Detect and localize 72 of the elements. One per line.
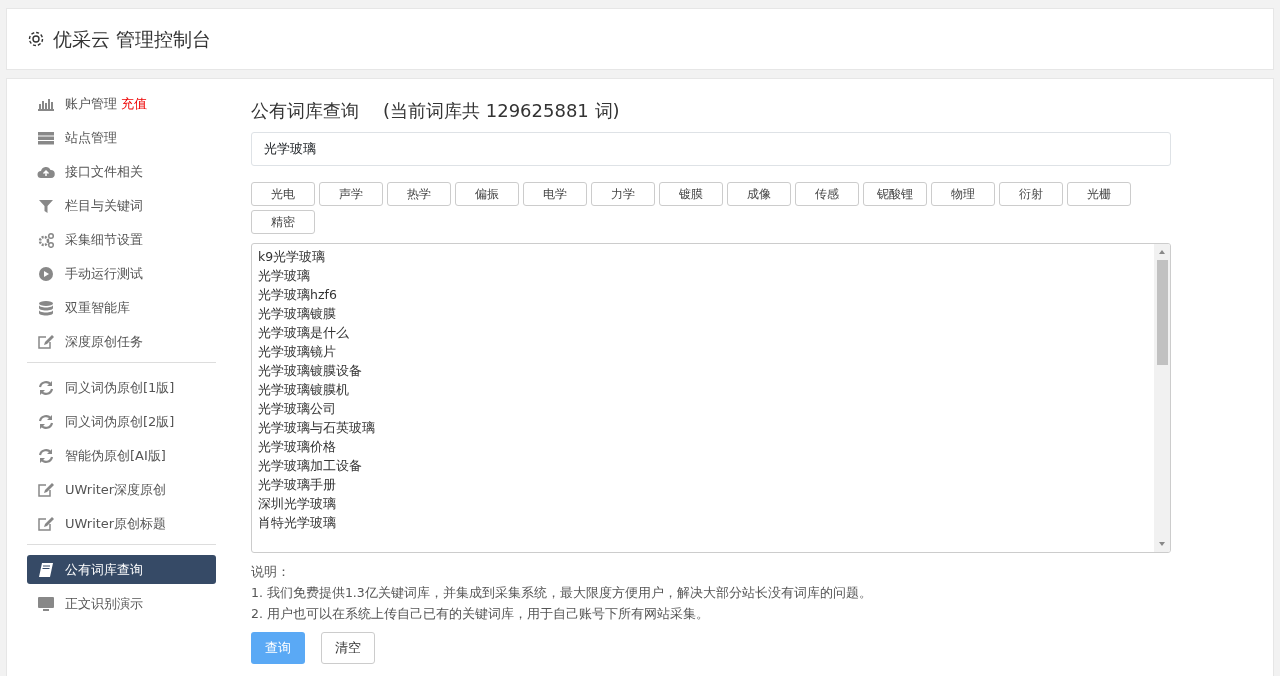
- result-item[interactable]: 肖特光学玻璃: [258, 513, 1148, 532]
- sidebar-item[interactable]: 采集细节设置: [27, 225, 216, 254]
- scroll-up-icon[interactable]: [1158, 248, 1166, 256]
- refresh-icon: [37, 379, 55, 396]
- result-item[interactable]: 光学玻璃与石英玻璃: [258, 418, 1148, 437]
- sidebar-item[interactable]: 双重智能库: [27, 293, 216, 322]
- result-item[interactable]: 光学玻璃hzf6: [258, 285, 1148, 304]
- tag-button[interactable]: 光电: [251, 182, 315, 206]
- result-item[interactable]: 光学玻璃: [258, 266, 1148, 285]
- tag-button[interactable]: 精密: [251, 210, 315, 234]
- search-field[interactable]: 光学玻璃: [251, 132, 1171, 166]
- sidebar-item[interactable]: 账户管理 充值: [27, 89, 216, 118]
- sidebar-item[interactable]: UWriter深度原创: [27, 475, 216, 504]
- recharge-link[interactable]: 充值: [121, 93, 147, 114]
- server-icon: [37, 129, 55, 146]
- play-icon: [37, 265, 55, 282]
- sidebar-item[interactable]: UWriter原创标题: [27, 509, 216, 538]
- sidebar-item[interactable]: 同义词伪原创[2版]: [27, 407, 216, 436]
- sidebar-item[interactable]: 正文识别演示: [27, 589, 216, 618]
- sidebar-item[interactable]: 栏目与关键词: [27, 191, 216, 220]
- settings-icon: [27, 30, 45, 48]
- sidebar-item[interactable]: 站点管理: [27, 123, 216, 152]
- scrollbar-thumb[interactable]: [1156, 260, 1168, 365]
- result-item[interactable]: 光学玻璃是什么: [258, 323, 1148, 342]
- result-item[interactable]: 光学玻璃手册: [258, 475, 1148, 494]
- sidebar-item[interactable]: 智能伪原创[AI版]: [27, 441, 216, 470]
- refresh-icon: [37, 447, 55, 464]
- edit-icon: [37, 481, 55, 498]
- edit-icon: [37, 333, 55, 350]
- filter-icon: [37, 197, 55, 214]
- page-title: 公有词库查询: [251, 99, 359, 123]
- note-text: 1. 我们免费提供1.3亿关键词库，并集成到采集系统，最大限度方便用户，解决大部分站长没有词库的问题。: [251, 584, 873, 602]
- gears-icon: [37, 231, 55, 248]
- sidebar-item[interactable]: 接口文件相关: [27, 157, 216, 186]
- sidebar-item[interactable]: 公有词库查询: [27, 555, 216, 584]
- clear-button[interactable]: 清空: [321, 632, 375, 664]
- tag-button[interactable]: 物理: [931, 182, 995, 206]
- result-item[interactable]: 光学玻璃公司: [258, 399, 1148, 418]
- tag-button[interactable]: 铌酸锂: [863, 182, 927, 206]
- database-icon: [37, 299, 55, 316]
- result-item[interactable]: 光学玻璃镀膜机: [258, 380, 1148, 399]
- monitor-icon: [37, 595, 55, 612]
- tag-button[interactable]: 成像: [727, 182, 791, 206]
- tag-button[interactable]: 传感: [795, 182, 859, 206]
- book-icon: [37, 561, 55, 578]
- tag-button[interactable]: 衍射: [999, 182, 1063, 206]
- result-item[interactable]: 光学玻璃镀膜设备: [258, 361, 1148, 380]
- result-item[interactable]: 光学玻璃加工设备: [258, 456, 1148, 475]
- results-listbox[interactable]: k9光学玻璃 光学玻璃 光学玻璃hzf6 光学玻璃镀膜 光学玻璃是什么 光学玻璃镜片 光学玻璃镀膜设备 光学玻璃镀膜机 光学玻璃公司 光学玻璃与石英玻璃 光学玻璃价格 光学玻璃加工设备 光学玻璃手册 深圳光学玻璃 肖特光学玻璃: [251, 243, 1171, 553]
- tag-button[interactable]: 偏振: [455, 182, 519, 206]
- note-text: 2. 用户也可以在系统上传自己已有的关键词库，用于自己账号下所有网站采集。: [251, 605, 710, 623]
- word-count: (当前词库共 129625881 词): [383, 99, 620, 123]
- result-item[interactable]: 光学玻璃镜片: [258, 342, 1148, 361]
- edit-icon: [37, 515, 55, 532]
- refresh-icon: [37, 413, 55, 430]
- result-item[interactable]: k9光学玻璃: [258, 247, 1148, 266]
- result-item[interactable]: 光学玻璃价格: [258, 437, 1148, 456]
- result-item[interactable]: 光学玻璃镀膜: [258, 304, 1148, 323]
- notes-heading: 说明：: [251, 563, 291, 581]
- tag-button[interactable]: 热学: [387, 182, 451, 206]
- tag-button[interactable]: 力学: [591, 182, 655, 206]
- tag-button[interactable]: 电学: [523, 182, 587, 206]
- tag-button[interactable]: 镀膜: [659, 182, 723, 206]
- result-item[interactable]: 深圳光学玻璃: [258, 494, 1148, 513]
- console-title: 优采云 管理控制台: [53, 27, 212, 51]
- tag-button[interactable]: 声学: [319, 182, 383, 206]
- sidebar-item[interactable]: 同义词伪原创[1版]: [27, 373, 216, 402]
- sidebar-item[interactable]: 手动运行测试: [27, 259, 216, 288]
- scroll-down-icon[interactable]: [1158, 540, 1166, 548]
- sidebar-item[interactable]: 深度原创任务: [27, 327, 216, 356]
- scrollbar[interactable]: [1154, 244, 1170, 552]
- tag-button[interactable]: 光栅: [1067, 182, 1131, 206]
